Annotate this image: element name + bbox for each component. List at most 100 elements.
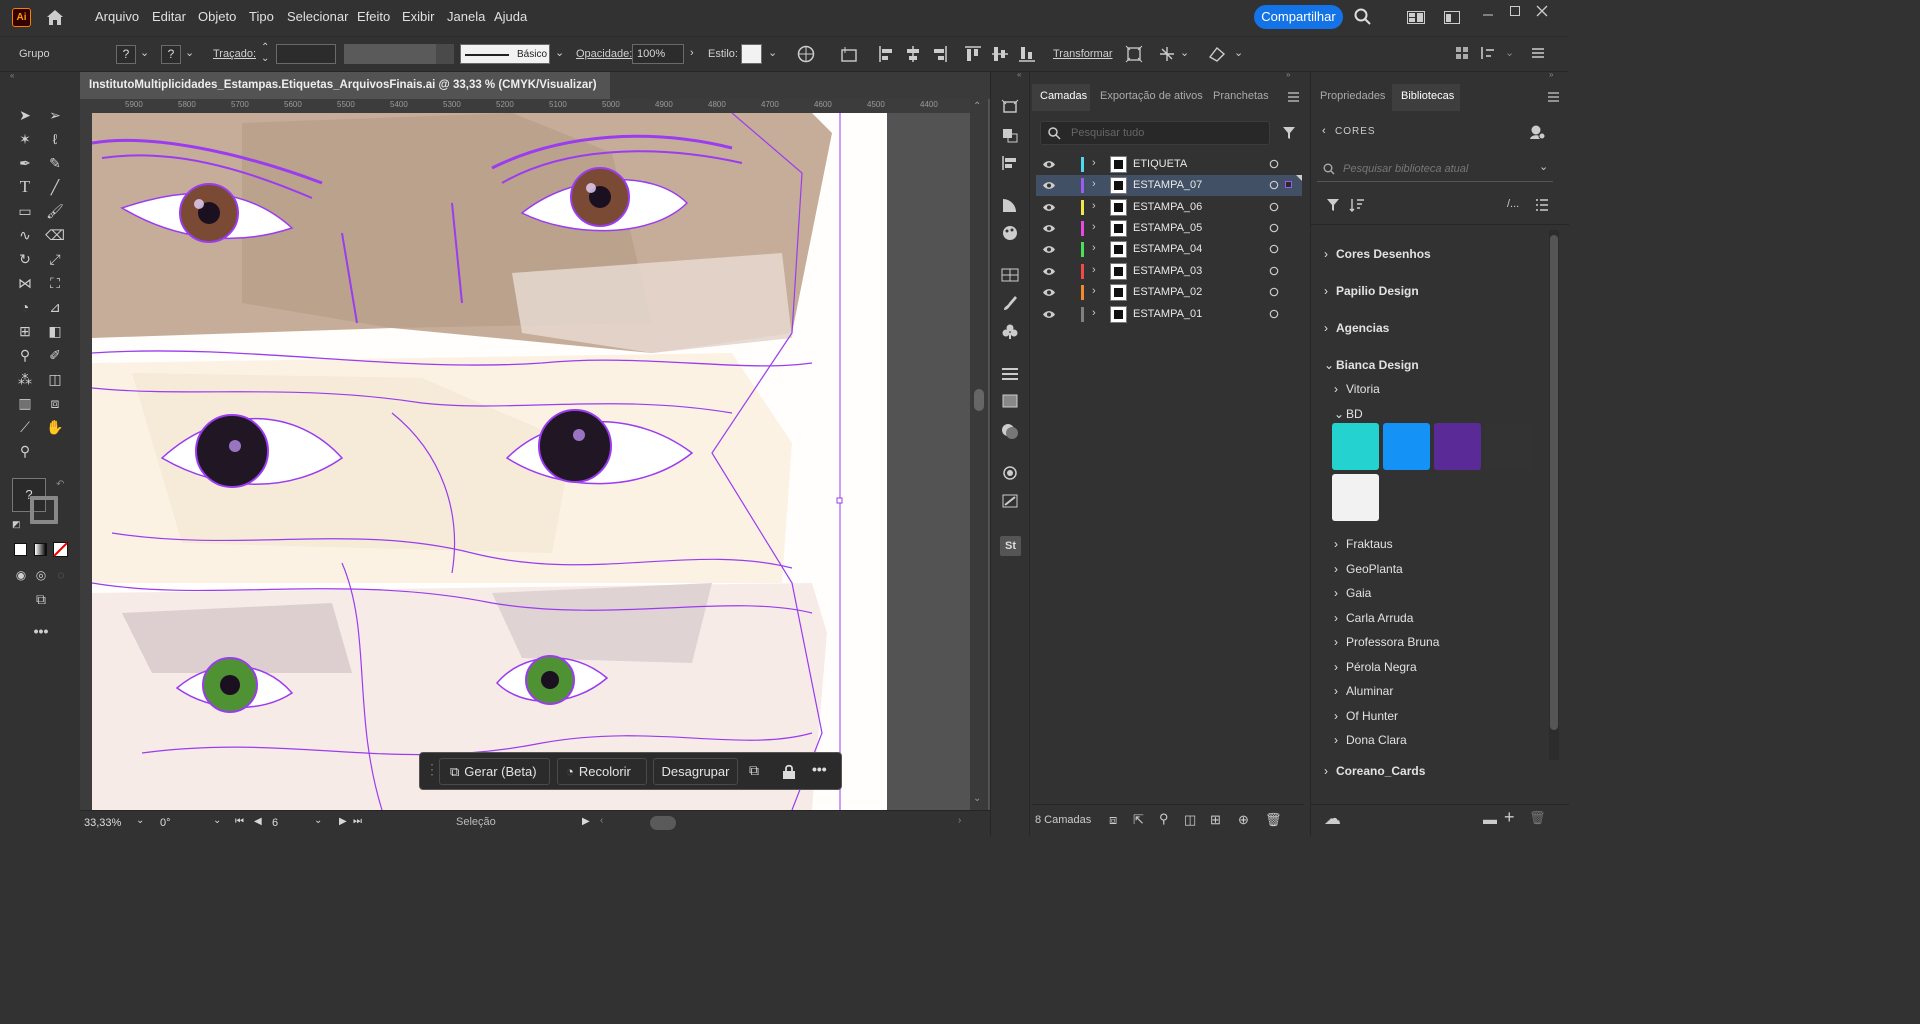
visibility-eye-icon[interactable] bbox=[1042, 224, 1056, 233]
paintbrush-tool-icon[interactable]: 🖌 bbox=[44, 201, 66, 221]
appearance-panel-icon[interactable] bbox=[1000, 464, 1020, 482]
scroll-down-icon[interactable]: ⌄ bbox=[973, 793, 981, 804]
brush-definition[interactable]: Básico bbox=[460, 44, 550, 64]
style-dropdown-chevron-icon[interactable]: ⌄ bbox=[768, 46, 777, 59]
recolor-button[interactable]: ◔ Recolorir bbox=[557, 758, 647, 785]
lock-icon[interactable] bbox=[782, 764, 796, 780]
target-circle-icon[interactable] bbox=[1269, 223, 1279, 233]
library-subgroup[interactable]: › Of Hunter bbox=[1334, 709, 1398, 723]
layer-row[interactable]: › ESTAMPA_07 bbox=[1036, 175, 1302, 196]
horizontal-scroll-thumb[interactable] bbox=[650, 816, 676, 830]
first-artboard-icon[interactable]: ⏮ bbox=[235, 816, 244, 827]
library-group[interactable]: › Agencias bbox=[1324, 321, 1389, 335]
tab-properties[interactable]: Propriedades bbox=[1311, 84, 1391, 111]
menu-arquivo[interactable]: Arquivo bbox=[95, 9, 139, 24]
library-group[interactable]: › Papilio Design bbox=[1324, 284, 1419, 298]
free-transform-tool-icon[interactable]: ⛶ bbox=[44, 273, 66, 293]
recolor-artwork-icon[interactable] bbox=[797, 45, 815, 63]
make-clipping-mask-icon[interactable]: ◫ bbox=[1184, 812, 1196, 828]
warp-dropdown-chevron-icon[interactable]: ⌄ bbox=[1180, 46, 1189, 59]
visibility-eye-icon[interactable] bbox=[1042, 181, 1056, 190]
curvature-tool-icon[interactable]: ✎ bbox=[44, 153, 66, 173]
align-vertical-center-icon[interactable] bbox=[991, 45, 1009, 63]
scroll-up-icon[interactable]: ⌃ bbox=[973, 101, 981, 112]
libraries-menu-icon[interactable] bbox=[1547, 91, 1560, 103]
align-to-icon[interactable] bbox=[840, 45, 860, 63]
zoom-level-field[interactable]: 33,33% bbox=[84, 814, 132, 833]
tab-asset-export[interactable]: Exportação de ativos bbox=[1100, 84, 1203, 111]
camera-tool-icon[interactable]: ◫ bbox=[44, 369, 66, 389]
next-artboard-icon[interactable]: ▶ bbox=[339, 816, 347, 827]
symbol-sprayer-tool-icon[interactable]: ⁂ bbox=[14, 369, 36, 389]
library-subgroup[interactable]: › Carla Arruda bbox=[1334, 611, 1413, 625]
rectangle-tool-icon[interactable]: ▭ bbox=[14, 201, 36, 221]
last-artboard-icon[interactable]: ⏭ bbox=[353, 816, 362, 827]
isolate-group-icon[interactable] bbox=[1125, 45, 1143, 63]
menu-exibir[interactable]: Exibir bbox=[402, 9, 435, 24]
expand-layer-chevron-icon[interactable]: › bbox=[1092, 242, 1096, 254]
zoom-tool-icon[interactable]: ⚲ bbox=[14, 441, 36, 461]
measure-tool-icon[interactable]: ✐ bbox=[44, 345, 66, 365]
library-subgroup[interactable]: › Fraktaus bbox=[1334, 537, 1393, 551]
filter-icon[interactable] bbox=[1282, 126, 1296, 140]
visibility-eye-icon[interactable] bbox=[1042, 160, 1056, 169]
screen-mode-icon[interactable]: ⧉ bbox=[30, 589, 52, 609]
opacity-expand-icon[interactable]: › bbox=[690, 47, 694, 59]
width-tool-icon[interactable]: ⋈ bbox=[14, 273, 36, 293]
library-subgroup[interactable]: › Aluminar bbox=[1334, 684, 1393, 698]
list-view-icon[interactable] bbox=[1535, 198, 1549, 212]
distort-dropdown-chevron-icon[interactable]: ⌄ bbox=[1234, 46, 1243, 59]
target-circle-icon[interactable] bbox=[1269, 244, 1279, 254]
menu-objeto[interactable]: Objeto bbox=[198, 9, 236, 24]
rotate-tool-icon[interactable]: ↻ bbox=[14, 249, 36, 269]
vertical-scrollbar[interactable]: ⌃ ⌄ bbox=[970, 99, 988, 810]
scale-tool-icon[interactable]: ⤢ bbox=[44, 249, 66, 269]
align-left-icon[interactable] bbox=[878, 45, 894, 63]
type-tool-icon[interactable]: T bbox=[14, 177, 36, 197]
cloud-icon[interactable]: ☁ bbox=[1324, 809, 1341, 829]
add-element-icon[interactable]: + bbox=[1504, 807, 1515, 828]
line-tool-icon[interactable]: ╱ bbox=[44, 177, 66, 197]
brush-dropdown-chevron-icon[interactable]: ⌄ bbox=[555, 46, 564, 59]
menu-editar[interactable]: Editar bbox=[152, 9, 186, 24]
layer-row[interactable]: › ESTAMPA_02 bbox=[1036, 282, 1302, 303]
collaborator-icon[interactable] bbox=[1529, 124, 1545, 140]
layer-row[interactable]: › ESTAMPA_03 bbox=[1036, 261, 1302, 282]
library-filter-icon[interactable] bbox=[1326, 198, 1340, 212]
delete-element-icon[interactable]: 🗑 bbox=[1529, 810, 1546, 826]
mesh-tool-icon[interactable]: ⊞ bbox=[14, 321, 36, 341]
library-subgroup[interactable]: › Professora Bruna bbox=[1334, 635, 1439, 649]
eyedropper-tool-icon[interactable]: ⚲ bbox=[14, 345, 36, 365]
graphic-style-swatch[interactable] bbox=[741, 44, 762, 64]
workspace-icon[interactable] bbox=[1407, 11, 1425, 24]
tab-artboards[interactable]: Pranchetas bbox=[1213, 84, 1269, 111]
target-circle-icon[interactable] bbox=[1269, 266, 1279, 276]
target-circle-icon[interactable] bbox=[1269, 180, 1279, 190]
grid-view-icon[interactable] bbox=[1455, 45, 1469, 61]
edit-toolbar-icon[interactable]: ••• bbox=[30, 621, 52, 641]
lasso-tool-icon[interactable]: ℓ bbox=[44, 129, 66, 149]
expand-layer-chevron-icon[interactable]: › bbox=[1092, 307, 1096, 319]
artboard-tool-icon[interactable]: ⧈ bbox=[44, 393, 66, 413]
adobe-stock-icon[interactable]: St bbox=[1000, 536, 1021, 556]
artboard-canvas[interactable] bbox=[92, 113, 887, 810]
search-icon[interactable] bbox=[1354, 8, 1372, 26]
gradient-swatch-panel-icon[interactable] bbox=[1000, 392, 1020, 410]
locate-object-icon[interactable]: ⚲ bbox=[1159, 811, 1169, 827]
gradient-mode-icon[interactable] bbox=[34, 543, 47, 556]
new-layer-icon[interactable]: ⊕ bbox=[1238, 812, 1249, 828]
hand-tool-icon[interactable]: ✋ bbox=[44, 417, 66, 437]
collapse-toolbar-icon[interactable]: « bbox=[10, 71, 14, 80]
target-circle-icon[interactable] bbox=[1269, 287, 1279, 297]
menu-ajuda[interactable]: Ajuda bbox=[494, 9, 527, 24]
back-chevron-icon[interactable]: ‹ bbox=[1322, 125, 1326, 137]
panel-menu-icon[interactable] bbox=[1531, 46, 1545, 60]
expand-layer-chevron-icon[interactable]: › bbox=[1092, 285, 1096, 297]
library-subgroup[interactable]: ⌄ BD bbox=[1334, 407, 1363, 421]
expand-layer-chevron-icon[interactable]: › bbox=[1092, 178, 1096, 190]
ungroup-button[interactable]: Desagrupar bbox=[653, 758, 738, 785]
duplicate-icon[interactable]: ⧉ bbox=[749, 762, 759, 779]
library-search-chevron-icon[interactable]: ⌄ bbox=[1539, 160, 1548, 173]
minimize-icon[interactable] bbox=[1482, 10, 1494, 20]
expand-layer-chevron-icon[interactable]: › bbox=[1092, 264, 1096, 276]
